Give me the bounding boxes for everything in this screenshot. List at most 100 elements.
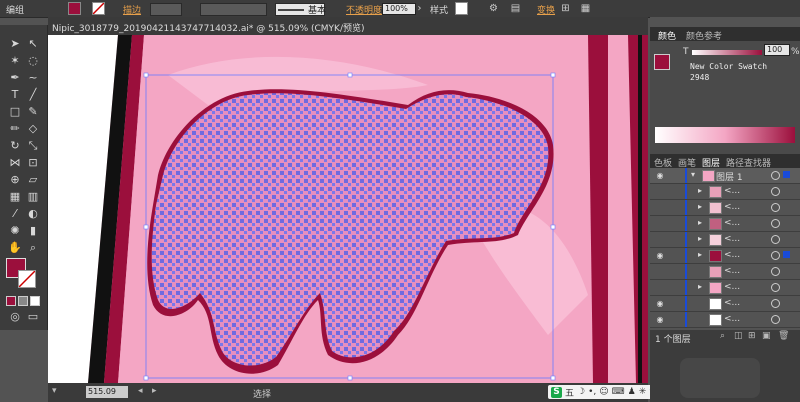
chevron-down-icon[interactable]: ▾ <box>691 170 695 179</box>
free-transform-tool-icon[interactable]: ⊡ <box>26 156 40 170</box>
zoom-menu-icon[interactable]: ▾ <box>52 386 57 396</box>
stroke-color-box[interactable] <box>18 270 36 288</box>
sublayer-name[interactable]: <... <box>724 234 740 244</box>
eye-icon[interactable]: ◉ <box>655 315 665 324</box>
document-tab[interactable]: Nipic_3018779_20190421143747714032.ai* @… <box>48 17 648 36</box>
paintbrush-tool-icon[interactable]: ✎ <box>26 105 40 119</box>
target-icon[interactable] <box>771 171 780 180</box>
gradient-tool-icon[interactable]: ▥ <box>26 190 40 204</box>
chevron-right-icon[interactable]: › <box>414 3 425 14</box>
selection-tool-icon[interactable]: ➤ <box>8 37 22 51</box>
target-icon[interactable] <box>771 219 780 228</box>
eyedropper-tool-icon[interactable]: ⁄ <box>8 207 22 221</box>
locate-object-icon[interactable]: ⌕ <box>720 331 725 341</box>
mesh-tool-icon[interactable]: ▦ <box>8 190 22 204</box>
punctuation-icon[interactable]: •, <box>588 387 596 397</box>
width-tool-icon[interactable]: ⋈ <box>8 156 22 170</box>
target-icon[interactable] <box>771 187 780 196</box>
sublayer-row[interactable]: ▸ <... <box>650 200 800 216</box>
sublayer-row[interactable]: ◉ <... <box>650 296 800 312</box>
chevron-right-icon[interactable]: ▸ <box>698 250 702 259</box>
rotate-tool-icon[interactable]: ↻ <box>8 139 22 153</box>
variable-width-dropdown[interactable] <box>200 3 267 16</box>
arrange-icon[interactable]: ▦ <box>580 3 591 14</box>
tint-slider[interactable] <box>692 50 762 55</box>
perspective-tool-icon[interactable]: ▱ <box>26 173 40 187</box>
chevron-right-icon[interactable]: ▸ <box>698 202 702 211</box>
line-tool-icon[interactable]: ╱ <box>26 88 40 102</box>
user-icon[interactable]: ♟ <box>628 387 636 397</box>
selection-indicator[interactable] <box>783 251 790 258</box>
stroke-label[interactable]: 描边 <box>123 3 141 16</box>
lasso-tool-icon[interactable]: ◌ <box>26 54 40 68</box>
emoji-icon[interactable]: ☺ <box>599 387 608 397</box>
sublayer-name[interactable]: <... <box>724 186 740 196</box>
selection-indicator[interactable] <box>783 171 790 178</box>
layer-name[interactable]: 图层 1 <box>716 170 743 183</box>
ime-toolbar[interactable]: S 五 ☽ •, ☺ ⌨ ♟ ✳ ⚒ <box>548 385 661 399</box>
chevron-right-icon[interactable]: ▸ <box>698 282 702 291</box>
sublayer-row[interactable]: ▸ <... <box>650 280 800 296</box>
eye-icon[interactable]: ◉ <box>655 251 665 260</box>
target-icon[interactable] <box>771 299 780 308</box>
sublayer-name[interactable]: <... <box>724 282 740 292</box>
new-sublayer-icon[interactable]: ⊞ <box>748 331 756 341</box>
none-mode-icon[interactable] <box>30 296 40 306</box>
opacity-input[interactable]: 100% <box>382 3 416 15</box>
target-icon[interactable] <box>771 203 780 212</box>
zoom-tool-icon[interactable]: ⌕ <box>26 241 40 255</box>
skin-icon[interactable]: ✳ <box>639 387 647 397</box>
align-icon[interactable]: ▤ <box>510 3 521 14</box>
sublayer-row[interactable]: ▸ <... <box>650 232 800 248</box>
gradient-mode-icon[interactable] <box>18 296 28 306</box>
draw-mode-icon[interactable]: ◎ <box>8 310 22 324</box>
screen-mode-icon[interactable]: ▭ <box>26 310 40 324</box>
delete-layer-icon[interactable]: 🗑 <box>778 331 789 341</box>
sublayer-row-selected[interactable]: ◉ ▸ <... <box>650 248 800 264</box>
stroke-swatch[interactable] <box>92 2 105 15</box>
target-icon[interactable] <box>771 315 780 324</box>
target-icon[interactable] <box>771 251 780 260</box>
sublayer-row[interactable]: ◉ <... <box>650 312 800 328</box>
tint-input[interactable]: 100 <box>764 44 790 56</box>
type-tool-icon[interactable]: T <box>8 88 22 102</box>
graph-tool-icon[interactable]: ▮ <box>26 224 40 238</box>
chevron-right-icon[interactable]: ▸ <box>698 186 702 195</box>
sublayer-row[interactable]: ▸ <... <box>650 216 800 232</box>
target-icon[interactable] <box>771 235 780 244</box>
style-swatch[interactable] <box>455 2 468 15</box>
sogou-icon[interactable]: S <box>551 386 562 398</box>
artboard-canvas[interactable] <box>48 35 648 383</box>
target-icon[interactable] <box>771 267 780 276</box>
magic-wand-tool-icon[interactable]: ✶ <box>8 54 22 68</box>
hand-tool-icon[interactable]: ✋ <box>8 241 22 255</box>
gear-icon[interactable]: ⚙ <box>488 3 499 14</box>
prev-artboard-icon[interactable]: ◂ <box>138 386 143 396</box>
shape-builder-tool-icon[interactable]: ⊕ <box>8 173 22 187</box>
fill-swatch[interactable] <box>68 2 81 15</box>
transform-label[interactable]: 变换 <box>537 3 555 16</box>
layer-row-main[interactable]: ◉ ▾ 图层 1 <box>650 168 800 184</box>
opacity-label[interactable]: 不透明度 <box>346 3 382 16</box>
eraser-tool-icon[interactable]: ◇ <box>26 122 40 136</box>
tint-ramp[interactable] <box>655 127 795 143</box>
target-icon[interactable] <box>771 283 780 292</box>
zoom-input[interactable]: 515.09 <box>86 386 128 398</box>
sublayer-row[interactable]: <... <box>650 264 800 280</box>
transform-icon[interactable]: ⊞ <box>560 3 571 14</box>
clipping-mask-icon[interactable]: ◫ <box>734 331 743 341</box>
pen-tool-icon[interactable]: ✒ <box>8 71 22 85</box>
blend-tool-icon[interactable]: ◐ <box>26 207 40 221</box>
moon-icon[interactable]: ☽ <box>577 387 585 397</box>
direct-selection-tool-icon[interactable]: ↖ <box>26 37 40 51</box>
sublayer-name[interactable]: <... <box>724 266 740 276</box>
keyboard-icon[interactable]: ⌨ <box>612 387 625 397</box>
sublayer-name[interactable]: <... <box>724 250 740 260</box>
ime-mode-label[interactable]: 五 <box>565 386 574 399</box>
pencil-tool-icon[interactable]: ✏ <box>8 122 22 136</box>
panel-fill-swatch[interactable] <box>654 54 670 70</box>
stroke-weight-dropdown[interactable] <box>150 3 182 16</box>
new-layer-icon[interactable]: ▣ <box>762 331 771 341</box>
color-mode-icon[interactable] <box>6 296 16 306</box>
sublayer-name[interactable]: <... <box>724 202 740 212</box>
